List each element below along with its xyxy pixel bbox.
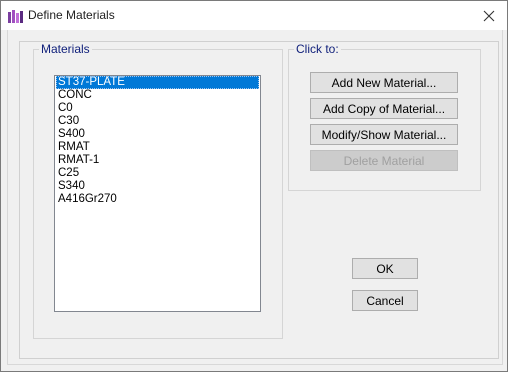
ok-button[interactable]: OK bbox=[352, 258, 418, 279]
window-title: Define Materials bbox=[28, 8, 115, 22]
dialog-body: Materials ST37-PLATE CONC C0 C30 S400 RM… bbox=[7, 30, 503, 365]
title-bar: Define Materials bbox=[1, 1, 507, 30]
modify-show-material-button[interactable]: Modify/Show Material... bbox=[310, 124, 458, 145]
define-materials-dialog: Define Materials Materials ST37-PLATE CO… bbox=[0, 0, 508, 372]
list-item[interactable]: ST37-PLATE bbox=[56, 76, 259, 89]
actions-group: Click to: Add New Material... Add Copy o… bbox=[288, 42, 481, 191]
add-new-material-button[interactable]: Add New Material... bbox=[310, 72, 458, 93]
add-copy-material-button[interactable]: Add Copy of Material... bbox=[310, 98, 458, 119]
list-item[interactable]: C0 bbox=[56, 102, 259, 115]
close-icon bbox=[483, 10, 495, 21]
list-item[interactable]: C25 bbox=[56, 167, 259, 180]
close-button[interactable] bbox=[471, 1, 507, 30]
list-item[interactable]: RMAT bbox=[56, 141, 259, 154]
cancel-button[interactable]: Cancel bbox=[352, 290, 418, 311]
materials-group: Materials ST37-PLATE CONC C0 C30 S400 RM… bbox=[33, 42, 283, 339]
content-panel: Materials ST37-PLATE CONC C0 C30 S400 RM… bbox=[19, 41, 499, 359]
list-item[interactable]: S340 bbox=[56, 180, 259, 193]
app-icon bbox=[8, 9, 23, 23]
actions-group-label: Click to: bbox=[294, 42, 341, 56]
list-item[interactable]: S400 bbox=[56, 128, 259, 141]
list-item[interactable]: CONC bbox=[56, 89, 259, 102]
materials-group-label: Materials bbox=[39, 42, 92, 56]
list-item[interactable]: A416Gr270 bbox=[56, 193, 259, 206]
list-item[interactable]: RMAT-1 bbox=[56, 154, 259, 167]
materials-listbox[interactable]: ST37-PLATE CONC C0 C30 S400 RMAT RMAT-1 … bbox=[54, 75, 261, 312]
list-item[interactable]: C30 bbox=[56, 115, 259, 128]
delete-material-button[interactable]: Delete Material bbox=[310, 150, 458, 171]
